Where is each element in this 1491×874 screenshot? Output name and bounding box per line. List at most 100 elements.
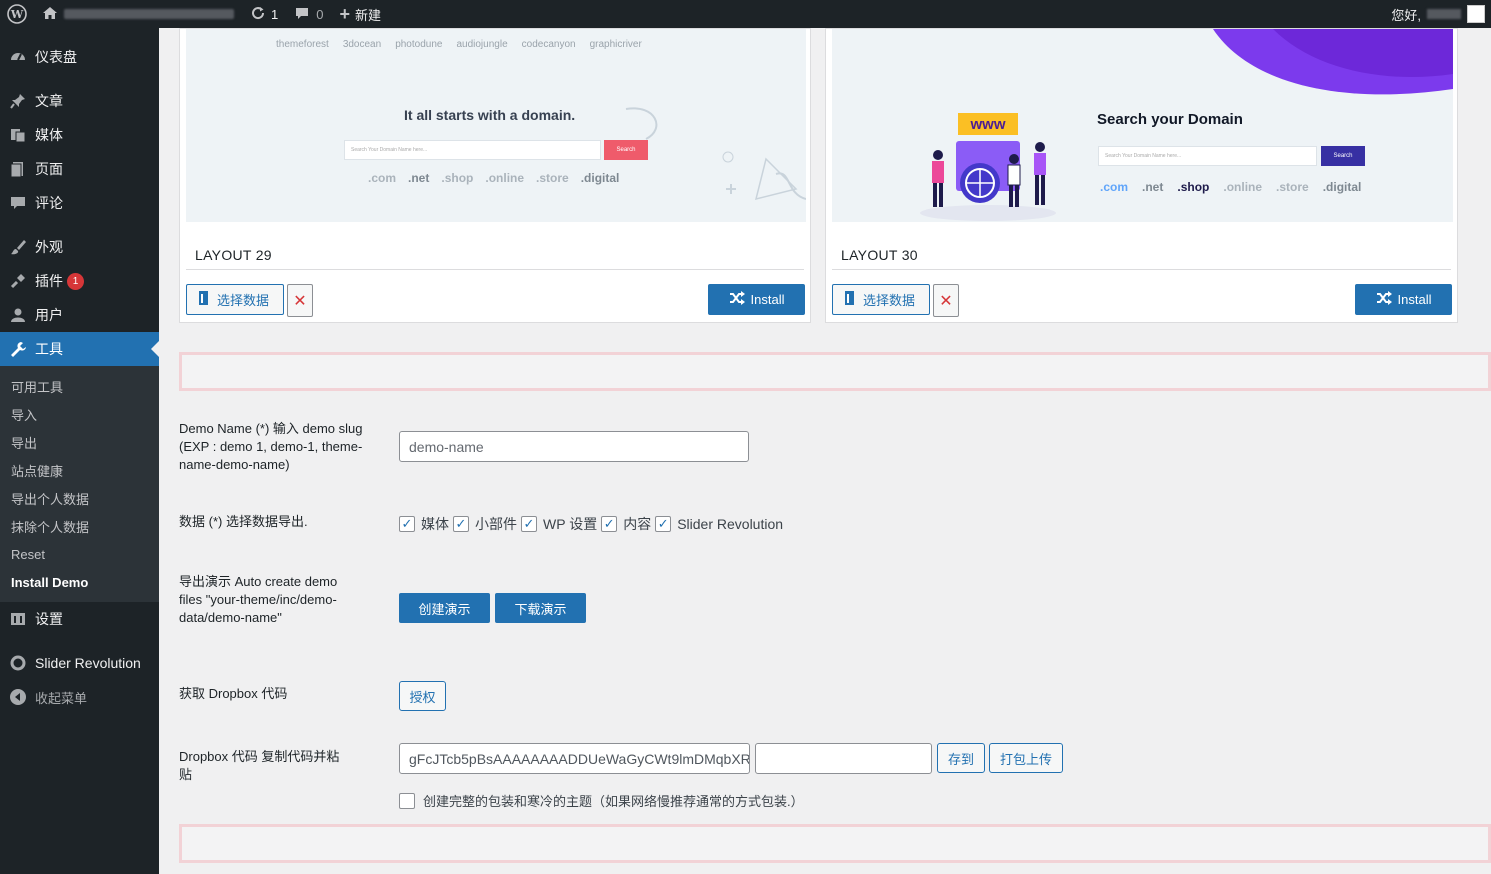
submenu-site-health[interactable]: 站点健康 — [0, 456, 159, 484]
layout-preview-30: www Search your Domain Search Your Domai… — [832, 29, 1453, 222]
menu-appearance[interactable]: 外观 — [0, 230, 159, 264]
updates-link[interactable]: 1 — [242, 0, 286, 28]
preview-search-button: Search — [1321, 146, 1365, 166]
submenu-import[interactable]: 导入 — [0, 400, 159, 428]
layout-title: LAYOUT 30 — [841, 247, 918, 263]
select-data-button[interactable]: 选择数据 — [832, 284, 930, 315]
comments-link[interactable]: 0 — [286, 0, 331, 28]
preview-search-field: Search Your Domain Name here... — [1098, 146, 1317, 166]
refresh-icon — [250, 5, 266, 24]
menu-collapse[interactable]: 收起菜单 — [0, 680, 159, 714]
admin-sidebar: 仪表盘 文章 媒体 页面 评论 外观 插件 1 用户 工具 可用工具 导入 导出… — [0, 28, 159, 874]
marketplace-logos: themeforest 3docean photodune audiojungl… — [276, 39, 642, 50]
site-name-blurred — [64, 9, 234, 19]
checkbox-media[interactable]: ✓ 媒体 — [399, 514, 451, 534]
package-upload-button[interactable]: 打包上传 — [989, 743, 1063, 773]
save-button[interactable]: 存到 — [937, 743, 985, 773]
avatar — [1467, 5, 1485, 23]
data-export-checkboxes: ✓ 媒体 ✓ 小部件 ✓ WP 设置 ✓ 内容 ✓ Slider Revolution — [399, 514, 787, 534]
logo-text: graphicriver — [589, 39, 642, 50]
admin-bar: W 1 0 + 新建 您好, — [0, 0, 1491, 28]
download-demo-button[interactable]: 下载演示 — [495, 593, 586, 623]
checkmark-icon: ✓ — [521, 516, 537, 532]
dashboard-icon — [8, 47, 28, 67]
people-globe-illustration — [920, 141, 1056, 221]
shuffle-icon — [1376, 291, 1392, 308]
checkbox-widgets[interactable]: ✓ 小部件 — [453, 514, 519, 534]
checkbox-label: 内容 — [623, 516, 652, 532]
document-icon — [197, 290, 211, 309]
install-button[interactable]: Install — [708, 284, 805, 315]
empty-checkbox-icon — [399, 792, 415, 809]
site-name-link[interactable] — [34, 0, 242, 28]
notice-box-bottom — [179, 824, 1491, 863]
submenu-install-demo[interactable]: Install Demo — [0, 568, 159, 596]
demo-name-input[interactable]: demo-name — [399, 431, 749, 462]
plugin-icon — [8, 271, 28, 291]
submenu-reset[interactable]: Reset — [0, 540, 159, 568]
checkbox-wp-settings[interactable]: ✓ WP 设置 — [521, 514, 599, 534]
media-icon — [8, 125, 28, 145]
menu-plugins[interactable]: 插件 1 — [0, 264, 159, 298]
menu-label: 评论 — [35, 195, 63, 211]
data-export-label: 数据 (*) 选择数据导出. — [179, 514, 308, 529]
preview-tlds: .com .net .shop .online .store .digital — [1100, 180, 1361, 194]
authorize-button[interactable]: 授权 — [399, 681, 446, 711]
checkbox-slider-revolution[interactable]: ✓ Slider Revolution — [655, 516, 785, 532]
layout-preview-29: themeforest 3docean photodune audiojungl… — [186, 29, 806, 222]
greeting: 您好, — [1391, 7, 1421, 23]
tld-text: .store — [1276, 180, 1309, 194]
create-demo-button[interactable]: 创建演示 — [399, 593, 490, 623]
menu-users[interactable]: 用户 — [0, 298, 159, 332]
menu-media[interactable]: 媒体 — [0, 118, 159, 152]
checkbox-label: 媒体 — [421, 516, 449, 532]
full-package-checkbox-row[interactable]: 创建完整的包装和寒冷的主题（如果网络慢推荐通常的方式包装.） — [399, 791, 804, 810]
dropbox-extra-input[interactable] — [755, 743, 932, 774]
collapse-arrow-icon — [8, 687, 28, 707]
layout-card-30: www Search your Domain Search Your Domai… — [825, 28, 1458, 323]
layout-card-29: themeforest 3docean photodune audiojungl… — [179, 28, 811, 323]
menu-slider-revolution[interactable]: Slider Revolution — [0, 646, 159, 680]
checkbox-content[interactable]: ✓ 内容 — [601, 514, 653, 534]
submenu-export-personal-data[interactable]: 导出个人数据 — [0, 484, 159, 512]
tld-text: .online — [1223, 180, 1263, 194]
preview-heading: Search your Domain — [1097, 111, 1243, 128]
preview-search-field: Search Your Domain Name here... — [344, 140, 601, 160]
menu-dashboard[interactable]: 仪表盘 — [0, 40, 159, 74]
my-account[interactable]: 您好, — [1391, 0, 1485, 28]
svg-text:W: W — [10, 8, 24, 21]
tld-text: .digital — [1322, 180, 1362, 194]
updates-count: 1 — [271, 6, 279, 22]
dropbox-code-input[interactable]: gFcJTcb5pBsAAAAAAAADDUeWaGyCWt9lmDMqbXRc — [399, 743, 750, 774]
menu-label: 收起菜单 — [35, 690, 88, 706]
menu-label: Slider Revolution — [35, 655, 141, 671]
select-data-button[interactable]: 选择数据 — [186, 284, 284, 315]
menu-posts[interactable]: 文章 — [0, 84, 159, 118]
preview-heading: It all starts with a domain. — [404, 107, 576, 123]
menu-comments[interactable]: 评论 — [0, 186, 159, 220]
refresh-loop-icon — [8, 653, 28, 673]
submenu-available-tools[interactable]: 可用工具 — [0, 372, 159, 400]
home-icon — [42, 5, 58, 24]
remove-button[interactable]: ✕ — [287, 284, 313, 317]
new-content-link[interactable]: + 新建 — [331, 0, 389, 28]
remove-button[interactable]: ✕ — [933, 284, 959, 317]
checkmark-icon: ✓ — [453, 516, 469, 532]
close-icon: ✕ — [939, 292, 953, 310]
menu-settings[interactable]: 设置 — [0, 602, 159, 636]
menu-tools[interactable]: 工具 — [0, 332, 159, 366]
wordpress-logo-icon[interactable]: W — [0, 0, 34, 28]
page-icon — [8, 159, 28, 179]
shuffle-icon — [729, 291, 745, 308]
card-divider — [832, 269, 1451, 270]
submenu-erase-personal-data[interactable]: 抹除个人数据 — [0, 512, 159, 540]
preview-tlds: .com .net .shop .online .store .digital — [368, 171, 619, 185]
checkbox-label: 小部件 — [475, 516, 517, 532]
menu-pages[interactable]: 页面 — [0, 152, 159, 186]
menu-label: 插件 — [35, 273, 63, 289]
checkbox-label: WP 设置 — [543, 516, 598, 532]
install-button[interactable]: Install — [1355, 284, 1452, 315]
tld-text: .com — [1100, 180, 1129, 194]
menu-label: 外观 — [35, 239, 63, 255]
submenu-export[interactable]: 导出 — [0, 428, 159, 456]
